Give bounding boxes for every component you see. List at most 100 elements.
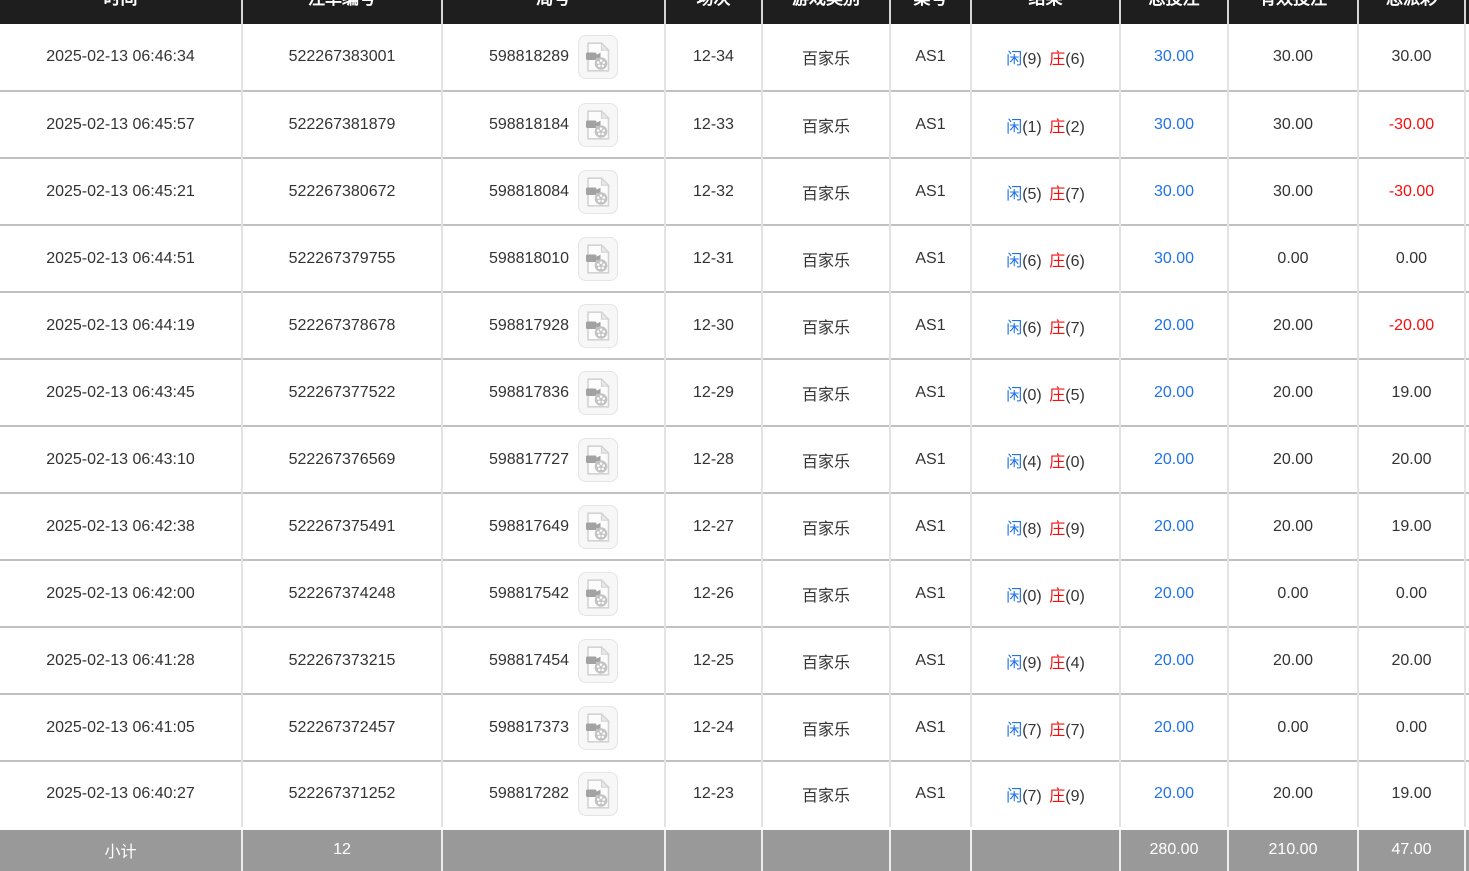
time-cell: 2025-02-13 06:42:38	[0, 493, 242, 560]
valid-bet-cell: 30.00	[1228, 158, 1358, 225]
video-file-icon	[585, 110, 611, 140]
table-no-cell: AS1	[890, 91, 971, 158]
total-bet-cell: 30.00	[1120, 91, 1228, 158]
total-bet-link[interactable]: 30.00	[1154, 183, 1194, 200]
total-bet-link[interactable]: 20.00	[1154, 785, 1194, 802]
bet-id-cell: 522267375491	[242, 493, 442, 560]
result-cell: 闲(5) 庄(7)	[971, 158, 1120, 225]
payout-value: 19.00	[1391, 785, 1431, 802]
total-bet-link[interactable]: 20.00	[1154, 384, 1194, 401]
col-header-table-no: 桌号	[890, 0, 971, 24]
total-bet-link[interactable]: 20.00	[1154, 451, 1194, 468]
total-bet-link[interactable]: 20.00	[1154, 652, 1194, 669]
player-label: 闲	[1006, 119, 1022, 136]
row-edge-sliver	[1465, 158, 1469, 225]
game-type-cell: 百家乐	[762, 91, 890, 158]
payout-cell: 0.00	[1358, 694, 1465, 761]
bet-id-cell: 522267371252	[242, 761, 442, 828]
bet-id-cell: 522267373215	[242, 627, 442, 694]
banker-label: 庄	[1049, 320, 1065, 337]
total-bet-link[interactable]: 20.00	[1154, 518, 1194, 535]
row-edge-sliver	[1465, 359, 1469, 426]
session-cell: 12-27	[665, 493, 762, 560]
video-replay-button[interactable]	[578, 170, 618, 214]
banker-score: (6)	[1065, 51, 1085, 68]
round-id-value: 598817373	[489, 719, 569, 737]
table-no-cell: AS1	[890, 493, 971, 560]
round-id-cell: 598817836	[442, 359, 665, 426]
banker-score: (9)	[1065, 521, 1085, 538]
round-id-value: 598818084	[489, 183, 569, 201]
result-cell: 闲(0) 庄(5)	[971, 359, 1120, 426]
total-bet-link[interactable]: 30.00	[1154, 250, 1194, 267]
video-replay-button[interactable]	[578, 371, 618, 415]
player-label: 闲	[1006, 387, 1022, 404]
video-replay-button[interactable]	[578, 772, 618, 816]
player-score: (0)	[1022, 387, 1042, 404]
row-edge-sliver	[1465, 426, 1469, 493]
total-bet-link[interactable]: 20.00	[1154, 317, 1194, 334]
subtotal-total-bet: 280.00	[1120, 828, 1228, 871]
session-cell: 12-23	[665, 761, 762, 828]
total-bet-cell: 20.00	[1120, 627, 1228, 694]
video-replay-button[interactable]	[578, 438, 618, 482]
valid-bet-cell: 0.00	[1228, 694, 1358, 761]
total-bet-link[interactable]: 20.00	[1154, 719, 1194, 736]
player-score: (9)	[1022, 51, 1042, 68]
subtotal-edge-sliver	[1465, 828, 1469, 871]
video-replay-button[interactable]	[578, 505, 618, 549]
table-header: 时间 注单编号 局号 场次 游戏类别 桌号 结果 总投注 有效投注 总派彩	[0, 0, 1469, 24]
row-edge-sliver	[1465, 493, 1469, 560]
player-score: (6)	[1022, 253, 1042, 270]
table-row: 2025-02-13 06:41:28 522267373215 5988174…	[0, 627, 1469, 694]
valid-bet-cell: 30.00	[1228, 91, 1358, 158]
video-replay-button[interactable]	[578, 706, 618, 750]
time-cell: 2025-02-13 06:40:27	[0, 761, 242, 828]
round-id-cell: 598818010	[442, 225, 665, 292]
round-id-cell: 598817373	[442, 694, 665, 761]
video-file-icon	[585, 378, 611, 408]
subtotal-empty-table	[890, 828, 971, 871]
bet-id-cell: 522267380672	[242, 158, 442, 225]
table-row: 2025-02-13 06:40:27 522267371252 5988172…	[0, 761, 1469, 828]
valid-bet-cell: 20.00	[1228, 761, 1358, 828]
round-id-value: 598817454	[489, 652, 569, 670]
total-bet-link[interactable]: 30.00	[1154, 48, 1194, 65]
video-replay-button[interactable]	[578, 304, 618, 348]
row-edge-sliver	[1465, 560, 1469, 627]
round-id-cell: 598818084	[442, 158, 665, 225]
session-cell: 12-30	[665, 292, 762, 359]
video-file-icon	[585, 779, 611, 809]
bet-id-cell: 522267378678	[242, 292, 442, 359]
game-type-cell: 百家乐	[762, 158, 890, 225]
total-bet-link[interactable]: 20.00	[1154, 585, 1194, 602]
row-edge-sliver	[1465, 761, 1469, 828]
round-id-cell: 598817928	[442, 292, 665, 359]
player-label: 闲	[1006, 253, 1022, 270]
subtotal-empty-round	[442, 828, 665, 871]
video-replay-button[interactable]	[578, 572, 618, 616]
col-header-payout: 总派彩	[1358, 0, 1465, 24]
total-bet-link[interactable]: 30.00	[1154, 116, 1194, 133]
table-no-cell: AS1	[890, 426, 971, 493]
payout-value: -30.00	[1389, 116, 1434, 133]
video-replay-button[interactable]	[578, 237, 618, 281]
round-id-value: 598817649	[489, 518, 569, 536]
banker-score: (2)	[1065, 119, 1085, 136]
player-score: (4)	[1022, 454, 1042, 471]
video-replay-button[interactable]	[578, 103, 618, 147]
player-label: 闲	[1006, 655, 1022, 672]
col-header-total-bet: 总投注	[1120, 0, 1228, 24]
subtotal-row: 小计 12 280.00 210.00 47.00	[0, 828, 1469, 871]
video-replay-button[interactable]	[578, 639, 618, 683]
banker-label: 庄	[1049, 119, 1065, 136]
player-score: (6)	[1022, 320, 1042, 337]
banker-score: (4)	[1065, 655, 1085, 672]
player-label: 闲	[1006, 588, 1022, 605]
payout-cell: 0.00	[1358, 560, 1465, 627]
row-edge-sliver	[1465, 91, 1469, 158]
player-label: 闲	[1006, 454, 1022, 471]
banker-score: (7)	[1065, 186, 1085, 203]
video-replay-button[interactable]	[578, 35, 618, 79]
round-id-value: 598817928	[489, 317, 569, 335]
